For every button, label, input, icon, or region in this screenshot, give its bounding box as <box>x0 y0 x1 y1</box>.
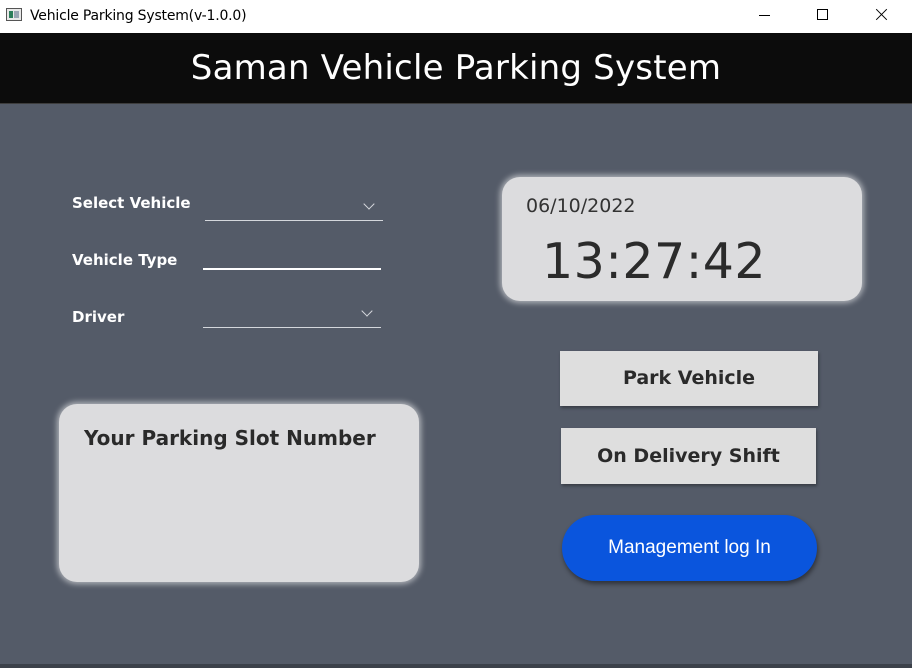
minimize-button[interactable] <box>736 0 794 33</box>
app-header: Saman Vehicle Parking System <box>0 33 912 104</box>
app-icon <box>6 8 22 21</box>
select-vehicle-dropdown[interactable] <box>205 194 383 221</box>
page-title: Saman Vehicle Parking System <box>190 48 722 88</box>
parking-slot-title: Your Parking Slot Number <box>84 426 376 450</box>
maximize-button[interactable] <box>794 0 852 33</box>
app-window: Vehicle Parking System(v-1.0.0) Saman Ve… <box>0 0 912 668</box>
management-login-button[interactable]: Management log In <box>562 515 817 581</box>
window-bottom-edge <box>0 664 912 668</box>
driver-label: Driver <box>72 308 125 326</box>
chevron-down-icon <box>363 198 375 210</box>
close-button[interactable] <box>852 0 910 33</box>
vehicle-type-label: Vehicle Type <box>72 251 178 269</box>
clock-time: 13:27:42 <box>542 233 767 290</box>
chevron-down-icon <box>361 305 373 317</box>
clock-date: 06/10/2022 <box>526 195 636 217</box>
on-delivery-shift-button[interactable]: On Delivery Shift <box>561 428 816 484</box>
park-vehicle-button[interactable]: Park Vehicle <box>560 351 818 406</box>
select-vehicle-label: Select Vehicle <box>72 194 191 212</box>
parking-slot-panel: Your Parking Slot Number <box>59 404 419 582</box>
title-bar[interactable]: Vehicle Parking System(v-1.0.0) <box>0 0 912 33</box>
window-title: Vehicle Parking System(v-1.0.0) <box>30 8 247 24</box>
clock-panel: 06/10/2022 13:27:42 <box>502 177 862 301</box>
vehicle-type-field[interactable] <box>203 250 381 270</box>
driver-dropdown[interactable] <box>203 301 381 328</box>
